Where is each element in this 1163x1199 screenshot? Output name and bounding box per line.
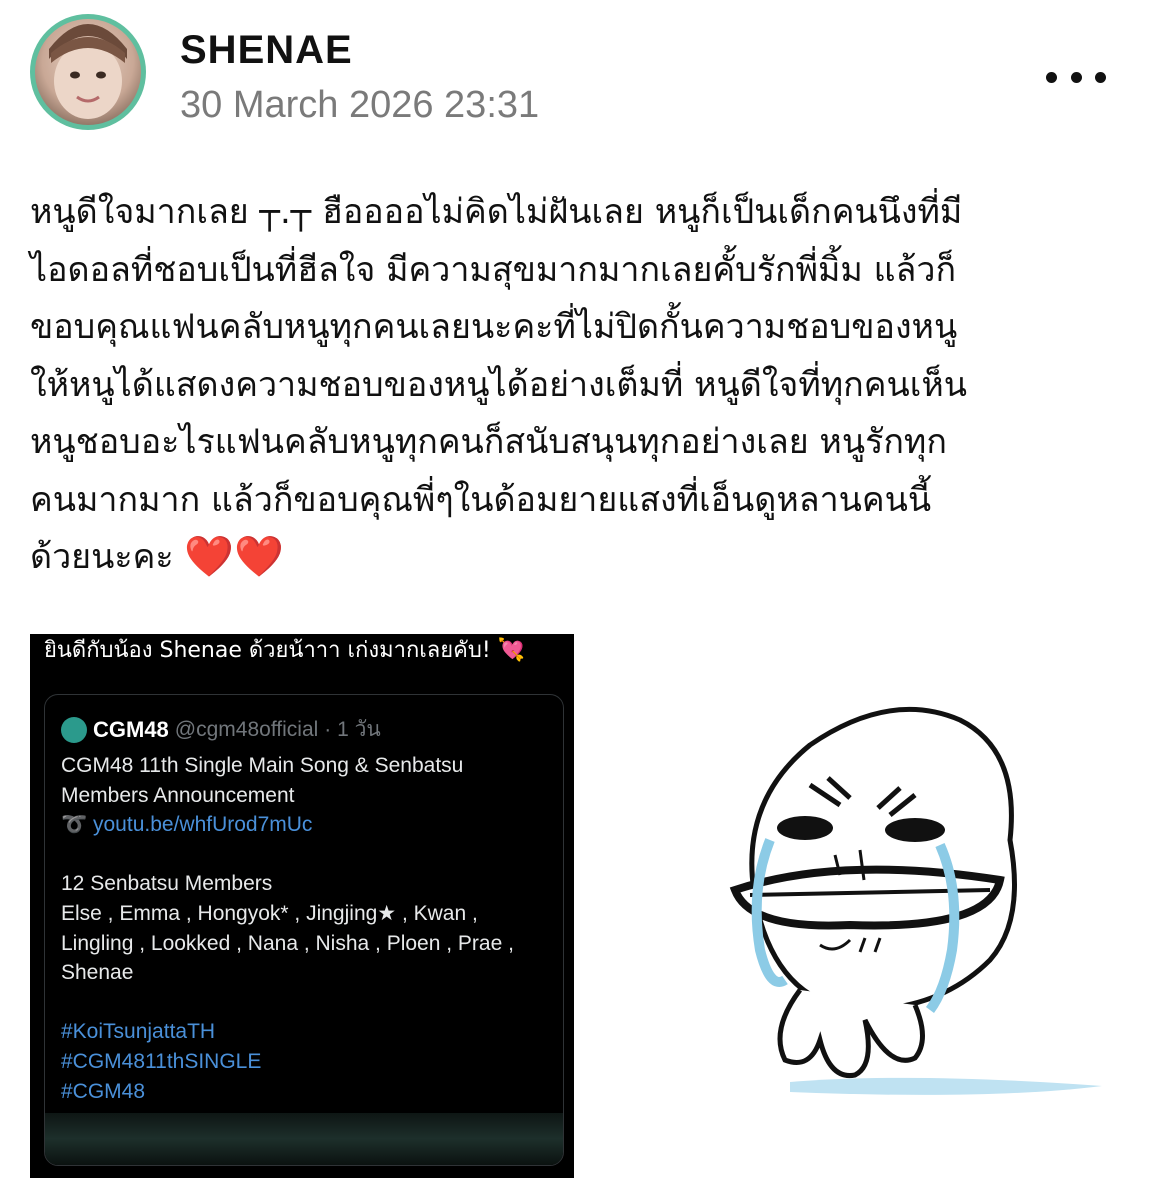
quoted-post-body: CGM48 11th Single Main Song & Senbatsu M… <box>61 751 551 1106</box>
post-text-line: ให้หนูได้แสดงความชอบของหนูได้อย่างเต็มที… <box>30 364 968 405</box>
author-avatar[interactable] <box>30 14 146 130</box>
more-dot-icon <box>1046 71 1057 83</box>
tear-puddle <box>790 1077 1102 1095</box>
heart-emoji: ❤️❤️ <box>184 534 285 580</box>
quoted-avatar <box>61 716 87 743</box>
quoted-post-header: CGM48 @cgm48official · 1 วัน <box>61 713 381 746</box>
post-text-line: คนมากมาก แล้วก็ขอบคุณพี่ๆในด้อมยายแสงที่… <box>30 479 932 520</box>
more-dot-icon <box>1095 71 1106 83</box>
eye-left <box>777 816 833 840</box>
members-title: 12 Senbatsu Members <box>61 872 273 896</box>
post-text-line: ขอบคุณแฟนคลับหนูทุกคนเลยนะคะที่ไม่ปิดกั้… <box>30 307 958 347</box>
quoted-media-preview <box>45 1113 563 1165</box>
attached-screenshot[interactable]: ยินดีกับน้อง Shenae ด้วยน้าาา เก่งมากเลย… <box>30 634 574 1178</box>
members-line: Else , Emma , Hongyok* , Jingjing★ , Kwa… <box>61 901 478 925</box>
members-line: Lingling , Lookked , Nana , Nisha , Ploe… <box>61 931 514 955</box>
crying-face-drawing <box>729 706 1102 1095</box>
quoted-link-row: ➰ youtu.be/whfUrod7mUc <box>61 810 551 840</box>
quoted-time: · 1 วัน <box>324 718 381 741</box>
quoted-name: CGM48 <box>93 716 169 742</box>
quoted-link: youtu.be/whfUrod7mUc <box>93 813 313 837</box>
crying-meme-image[interactable] <box>690 690 1130 1130</box>
post-text-line-last: ด้วยนะคะ ❤️❤️ <box>30 529 1140 587</box>
hashtag: #KoiTsunjattaTH <box>61 1020 216 1044</box>
embed-caption: ยินดีกับน้อง Shenae ด้วยน้าาา เก่งมากเลย… <box>44 638 526 663</box>
hashtag: #CGM4811thSINGLE <box>61 1049 262 1073</box>
more-options-button[interactable] <box>1046 60 1106 94</box>
loop-icon: ➰ <box>61 813 88 837</box>
avatar-face <box>49 24 127 119</box>
post-text-line: หนูดีใจมากเลย ┬.┬ ฮืออออไม่คิดไม่ฝันเลย … <box>30 192 963 232</box>
post-text-line: ด้วยนะคะ <box>30 537 174 577</box>
author-name[interactable]: SHENAE <box>180 28 353 73</box>
eye-right <box>885 818 945 842</box>
post-text-line: หนูชอบอะไรแฟนคลับหนูทุกคนก็สนับสนุนทุกอย… <box>30 422 947 462</box>
quoted-text-line: CGM48 11th Single Main Song & Senbatsu <box>61 754 464 777</box>
quoted-handle: @cgm48official <box>174 717 319 741</box>
quoted-text-line: Members Announcement <box>61 783 295 807</box>
post-text-line: ไอดอลที่ชอบเป็นที่ฮีลใจ มีความสุขมากมากเ… <box>30 249 957 290</box>
members-line: Shenae <box>61 961 134 985</box>
quoted-post-card: CGM48 @cgm48official · 1 วัน CGM48 11th … <box>44 694 564 1166</box>
mouth <box>729 865 1005 930</box>
post-body: หนูดีใจมากเลย ┬.┬ ฮืออออไม่คิดไม่ฝันเลย … <box>30 184 1140 587</box>
avatar-photo <box>35 19 141 125</box>
post-timestamp[interactable]: 30 March 2026 23:31 <box>180 84 539 127</box>
head-outline <box>749 706 1017 1013</box>
hashtag: #CGM48 <box>61 1079 146 1103</box>
more-dot-icon <box>1070 71 1082 83</box>
